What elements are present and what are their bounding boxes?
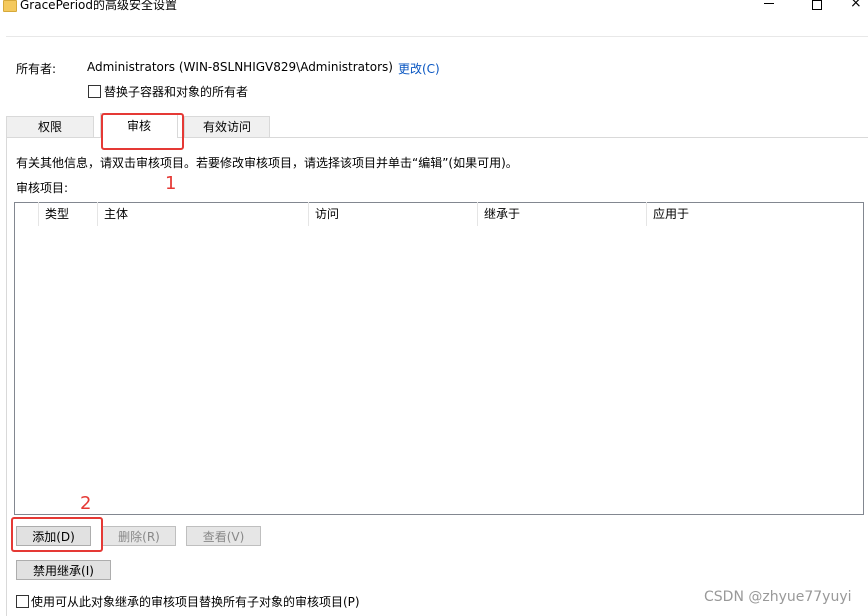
annotation-step-2: 2 — [80, 493, 92, 514]
replace-owner-checkbox[interactable] — [88, 85, 101, 98]
maximize-icon[interactable] — [812, 0, 822, 10]
owner-value: Administrators (WIN-8SLNHIGV829\Administ… — [87, 60, 393, 74]
disable-inheritance-button[interactable]: 禁用继承(I) — [16, 560, 111, 580]
auditing-entries-label: 审核项目: — [16, 181, 69, 195]
annotation-highlight-add-button — [11, 517, 103, 552]
auditing-entries-list[interactable] — [14, 202, 864, 515]
annotation-highlight-auditing-tab — [101, 113, 184, 150]
minimize-icon[interactable] — [764, 3, 774, 4]
column-header-inherited-from[interactable]: 继承于 — [478, 202, 647, 226]
tab-panel-left-border — [6, 137, 7, 616]
column-header-applies-to[interactable]: 应用于 — [647, 202, 861, 226]
close-icon[interactable]: × — [850, 0, 864, 10]
annotation-step-1: 1 — [165, 173, 177, 194]
replace-owner-label: 替换子容器和对象的所有者 — [104, 85, 249, 99]
folder-icon — [3, 0, 17, 12]
owner-label: 所有者: — [16, 62, 57, 76]
column-header-blank[interactable] — [15, 202, 39, 226]
tab-effective-access[interactable]: 有效访问 — [184, 116, 270, 137]
column-header-access[interactable]: 访问 — [309, 202, 478, 226]
view-button[interactable]: 查看(V) — [186, 526, 261, 546]
auditing-info-text: 有关其他信息，请双击审核项目。若要修改审核项目，请选择该项目并单击“编辑”(如果… — [16, 156, 518, 170]
top-separator — [6, 36, 868, 37]
window-title: GracePeriod的高级安全设置 — [20, 0, 177, 12]
column-header-principal[interactable]: 主体 — [98, 202, 309, 226]
replace-child-entries-label: 使用可从此对象继承的审核项目替换所有子对象的审核项目(P) — [31, 595, 360, 609]
watermark: CSDN @zhyue77yuyi — [704, 589, 852, 605]
column-header-type[interactable]: 类型 — [39, 202, 98, 226]
replace-child-entries-checkbox[interactable] — [16, 595, 29, 608]
remove-button[interactable]: 删除(R) — [102, 526, 176, 546]
tab-permissions[interactable]: 权限 — [6, 116, 94, 137]
change-owner-link[interactable]: 更改(C) — [398, 60, 440, 77]
